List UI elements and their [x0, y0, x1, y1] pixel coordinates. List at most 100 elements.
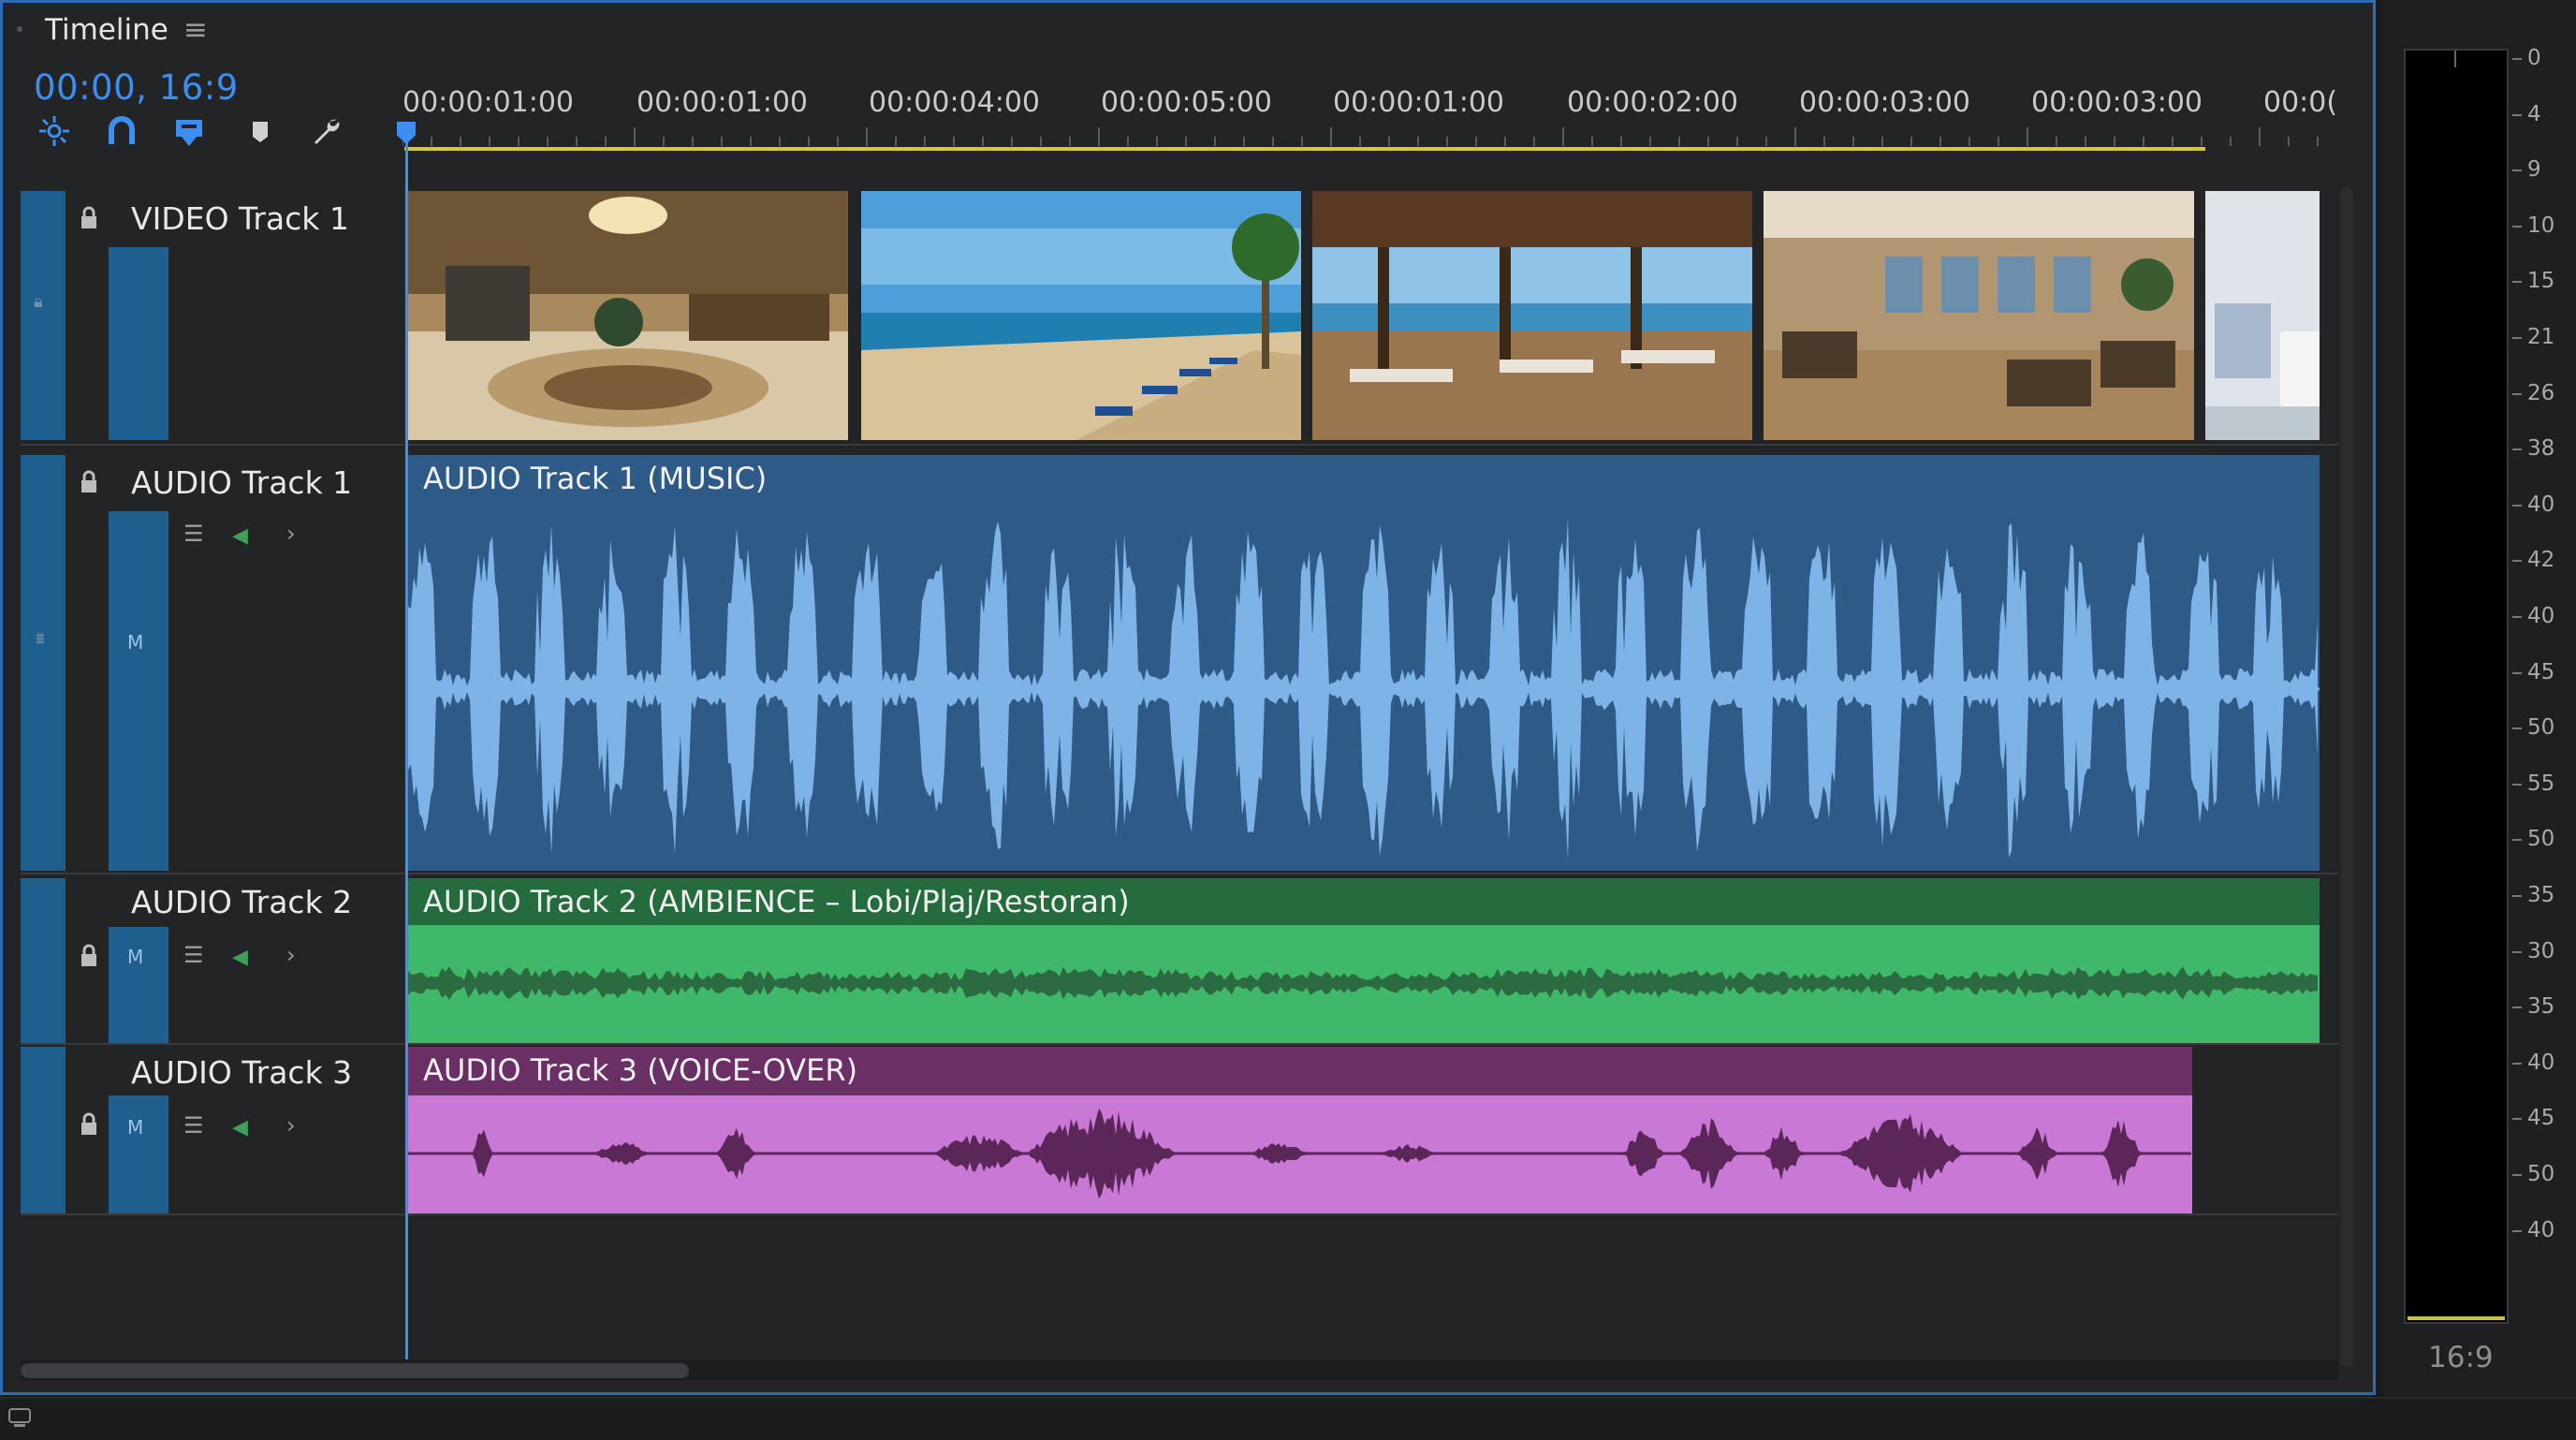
speaker-icon[interactable]: ◀ — [232, 1116, 248, 1139]
ruler-label: 00:00:02:00 — [1567, 86, 1739, 119]
lock-icon[interactable]: 🔒︎ — [34, 292, 43, 312]
waveform-ambience-shape — [408, 966, 2318, 1000]
db-tick — [2512, 1007, 2522, 1009]
track-target-audio-2[interactable] — [21, 878, 66, 1043]
vertical-scrollbar[interactable] — [2340, 187, 2353, 1367]
video-clip-hotel-lobby[interactable] — [408, 191, 848, 440]
db-label: 50 — [2527, 715, 2555, 741]
db-label: 55 — [2527, 771, 2555, 796]
panel-grip-icon[interactable] — [17, 26, 22, 32]
track-name-audio-3[interactable]: AUDIO Track 3 — [131, 1054, 352, 1091]
lock-icon[interactable]: ⩩ — [36, 629, 45, 649]
db-label: 40 — [2527, 1217, 2555, 1242]
lock-icon[interactable] — [79, 944, 99, 968]
status-bar — [0, 1397, 2576, 1440]
db-label: 15 — [2527, 269, 2555, 294]
lock-icon[interactable] — [79, 1112, 99, 1137]
lock-icon[interactable] — [79, 206, 99, 230]
ruler-label: 00:00:01:00 — [637, 86, 809, 119]
ruler-ticks — [402, 127, 2319, 146]
track-target-audio-1[interactable] — [21, 455, 66, 871]
track-divider — [21, 1043, 2338, 1045]
track-source-audio-1[interactable] — [109, 511, 168, 871]
work-area-bar[interactable] — [404, 147, 2205, 151]
track-target-audio-3[interactable] — [21, 1047, 66, 1213]
db-tick — [2512, 169, 2522, 172]
chevron-right-icon[interactable]: › — [286, 521, 296, 547]
track-settings-icon[interactable]: ☰ — [183, 521, 204, 547]
track-source-video-1[interactable] — [109, 247, 168, 440]
db-tick — [2512, 1174, 2522, 1176]
track-divider — [21, 873, 2338, 874]
audio-clip-music[interactable]: AUDIO Track 1 (MUSIC) — [408, 455, 2320, 871]
waveform-voice-over-shape — [408, 1108, 2191, 1199]
db-tick — [2512, 1062, 2522, 1065]
audio-meter-bar — [2404, 49, 2509, 1324]
track-settings-icon[interactable]: ☰ — [183, 1112, 204, 1139]
db-label: 40 — [2527, 1050, 2555, 1075]
ripple-icon[interactable] — [34, 110, 75, 152]
render-status-icon[interactable] — [7, 1406, 34, 1429]
playhead-line[interactable] — [405, 140, 408, 1359]
db-label: 45 — [2527, 659, 2555, 684]
meter-peak-divider — [2454, 51, 2456, 67]
db-tick — [2512, 337, 2522, 339]
db-tick — [2512, 560, 2522, 563]
speaker-icon[interactable]: ◀ — [232, 946, 248, 969]
db-tick — [2512, 783, 2522, 786]
clip-label: AUDIO Track 1 (MUSIC) — [423, 461, 768, 496]
track-name-audio-1[interactable]: AUDIO Track 1 — [131, 464, 352, 501]
db-tick — [2512, 392, 2522, 395]
video-clip-hotel-room[interactable] — [2205, 191, 2320, 440]
chevron-right-icon[interactable]: › — [286, 942, 296, 968]
audio-clip-voice-over[interactable]: AUDIO Track 3 (VOICE-OVER) — [408, 1047, 2192, 1213]
track-source-audio-2[interactable] — [109, 927, 168, 1043]
marker-icon[interactable] — [240, 110, 281, 152]
snap-magnet-icon[interactable] — [101, 110, 142, 152]
waveform-voice-over — [408, 1108, 2191, 1199]
db-tick — [2512, 58, 2522, 60]
ruler-label: 00:00:01:00 — [1333, 86, 1505, 119]
db-label: 4 — [2527, 101, 2541, 126]
wrench-icon[interactable] — [305, 110, 346, 152]
track-name-audio-2[interactable]: AUDIO Track 2 — [131, 884, 352, 920]
db-tick — [2512, 895, 2522, 897]
db-label: 10 — [2527, 213, 2555, 238]
db-tick — [2512, 504, 2522, 507]
mute-button[interactable]: M — [127, 946, 143, 968]
db-label: 9 — [2527, 157, 2541, 183]
video-clip-terrace-restaurant[interactable] — [1312, 191, 1752, 440]
linked-selection-icon[interactable] — [168, 110, 210, 152]
mute-button[interactable]: M — [127, 631, 143, 654]
db-tick — [2512, 448, 2522, 451]
meter-level-indicator — [2408, 1316, 2505, 1320]
db-label: 42 — [2527, 548, 2555, 573]
hamburger-icon[interactable]: ≡ — [183, 13, 208, 47]
track-settings-icon[interactable]: ☰ — [183, 942, 204, 968]
db-tick — [2512, 727, 2522, 730]
mute-button[interactable]: M — [127, 1116, 143, 1139]
ruler-label: 00:00:01:00 — [402, 86, 575, 119]
track-name-video-1[interactable]: VIDEO Track 1 — [131, 200, 349, 237]
db-tick — [2512, 839, 2522, 842]
track-source-audio-3[interactable] — [109, 1095, 168, 1213]
db-tick — [2512, 1118, 2522, 1121]
video-clip-indoor-restaurant[interactable] — [1764, 191, 2194, 440]
speaker-icon[interactable]: ◀ — [232, 524, 248, 548]
timecode-display[interactable]: 00:00, 16:9 — [34, 67, 239, 108]
track-target-video-1[interactable] — [21, 191, 66, 440]
db-label: 45 — [2527, 1106, 2555, 1131]
ruler-label: 00:0( — [2263, 86, 2338, 119]
lock-icon[interactable] — [79, 470, 99, 494]
db-label: 30 — [2527, 938, 2555, 963]
db-label: 0 — [2527, 46, 2541, 70]
panel-title[interactable]: Timeline — [45, 13, 168, 47]
audio-clip-ambience[interactable]: AUDIO Track 2 (AMBIENCE – Lobi/Plaj/Rest… — [408, 878, 2320, 1043]
db-label: 38 — [2527, 436, 2555, 462]
meter-aspect-label: 16:9 — [2428, 1341, 2494, 1374]
horizontal-scroll-thumb[interactable] — [21, 1363, 689, 1378]
db-tick — [2512, 113, 2522, 116]
db-label: 35 — [2527, 994, 2555, 1020]
chevron-right-icon[interactable]: › — [286, 1112, 296, 1139]
video-clip-beach[interactable] — [861, 191, 1301, 440]
